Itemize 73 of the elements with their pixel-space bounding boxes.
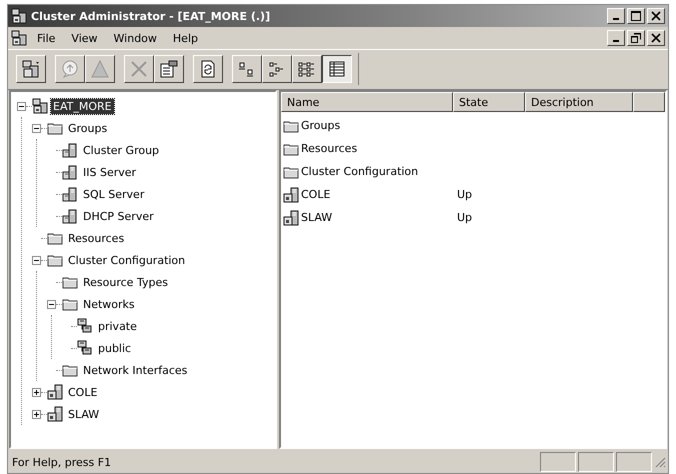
status-text: For Help, press F1 — [12, 456, 112, 468]
resize-grip-icon[interactable] — [654, 456, 666, 468]
delete-icon — [129, 59, 149, 79]
server-icon — [47, 384, 63, 400]
minimize-button[interactable] — [607, 30, 625, 46]
tree-item[interactable]: private — [96, 318, 139, 334]
tree-item[interactable]: DHCP Server — [81, 208, 156, 224]
toolbar-button[interactable] — [322, 55, 352, 83]
network-icon — [77, 340, 93, 356]
collapse-toggle[interactable] — [32, 256, 41, 264]
server-icon — [47, 406, 63, 422]
window-title: Cluster Administrator - [EAT_MORE (.)] — [31, 10, 272, 22]
tree-item[interactable]: Networks — [81, 296, 137, 312]
list-item[interactable]: Groups — [301, 119, 340, 132]
list-item[interactable]: COLE — [301, 188, 330, 201]
list-item[interactable]: Cluster Configuration — [301, 165, 418, 178]
column-header[interactable]: State — [453, 92, 525, 112]
tree-item[interactable]: IIS Server — [81, 164, 138, 180]
collapse-toggle[interactable] — [32, 124, 41, 132]
server-icon — [283, 186, 299, 202]
column-header[interactable]: Name — [281, 92, 453, 112]
close-icon — [651, 11, 661, 21]
tree-item[interactable]: EAT_MORE — [51, 98, 114, 114]
tree-item[interactable]: Cluster Group — [81, 142, 162, 158]
column-header[interactable]: Description — [525, 92, 633, 112]
server-group-icon — [62, 142, 78, 158]
cluster-icon — [21, 59, 41, 79]
restore-icon — [631, 33, 641, 43]
cluster-icon — [32, 98, 48, 114]
up-arrow-bubble-icon — [60, 59, 80, 79]
server-group-icon — [62, 186, 78, 202]
close-icon — [651, 33, 661, 43]
network-icon — [77, 318, 93, 334]
tree-item[interactable]: public — [96, 340, 134, 356]
tree-item[interactable]: COLE — [66, 384, 100, 400]
app-icon — [11, 8, 27, 24]
tree-item[interactable]: SQL Server — [81, 186, 146, 202]
tree-item[interactable]: Network Interfaces — [81, 362, 190, 378]
tree-item[interactable]: Cluster Configuration — [66, 252, 188, 268]
list-item[interactable]: SLAW — [301, 211, 332, 224]
tree-item[interactable]: SLAW — [66, 406, 102, 422]
tree-item[interactable]: Resources — [66, 230, 126, 246]
collapse-toggle[interactable] — [17, 102, 26, 110]
maximize-icon — [631, 11, 641, 21]
menu-item[interactable]: View — [63, 30, 106, 46]
expand-toggle[interactable] — [32, 388, 41, 396]
plus-icon — [34, 412, 39, 416]
state-text: Up — [457, 211, 472, 224]
server-icon — [283, 210, 299, 226]
tree-item[interactable]: Resource Types — [81, 274, 170, 290]
collapse-toggle[interactable] — [47, 300, 56, 308]
triangle-icon — [90, 59, 110, 79]
menu-item[interactable]: Window — [106, 30, 165, 46]
close-button[interactable] — [647, 30, 665, 46]
minimize-button[interactable] — [607, 8, 625, 24]
minimize-icon — [613, 40, 619, 42]
close-button[interactable] — [647, 8, 665, 24]
minimize-icon — [613, 18, 619, 20]
properties-icon — [159, 59, 179, 79]
details-view-icon — [327, 59, 347, 79]
column-header[interactable] — [633, 92, 665, 112]
tree-item[interactable]: Groups — [66, 120, 110, 136]
menu-item[interactable]: Help — [164, 30, 206, 46]
plus-icon — [34, 390, 39, 394]
restore-button[interactable] — [627, 30, 645, 46]
server-group-icon — [62, 208, 78, 224]
state-text: Up — [457, 188, 472, 201]
server-group-icon — [62, 164, 78, 180]
document-icon — [11, 30, 27, 46]
menu-item[interactable]: File — [29, 30, 64, 46]
maximize-button[interactable] — [627, 8, 645, 24]
expand-toggle[interactable] — [32, 410, 41, 418]
list-item[interactable]: Resources — [301, 142, 358, 155]
